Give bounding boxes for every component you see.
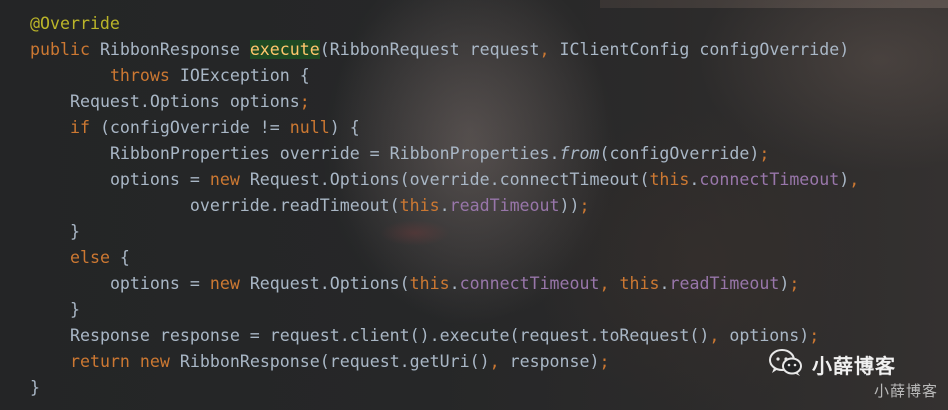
code-text: override.readTimeout(: [189, 196, 400, 215]
code-text: RibbonProperties override = RibbonProper…: [109, 144, 560, 163]
punctuation-token: ,: [849, 170, 860, 189]
code-line-8: override.readTimeout(this.readTimeout));: [30, 193, 859, 219]
watermark: 小薛博客 小薛博客: [768, 342, 938, 402]
field-token: readTimeout: [669, 274, 780, 293]
keyword-token: this: [409, 274, 450, 293]
keyword-token: this: [619, 274, 660, 293]
code-text: IClientConfig configOverride): [549, 40, 850, 59]
keyword-token: new: [209, 274, 240, 293]
code-block[interactable]: @Override public RibbonResponse execute(R…: [30, 11, 859, 401]
background-portrait-top: [600, 0, 948, 8]
code-text: response): [499, 352, 600, 371]
keyword-token: return: [69, 352, 130, 371]
code-text: Request.Options options: [69, 92, 300, 111]
keyword-token: else: [69, 248, 110, 267]
code-text: )): [559, 196, 580, 215]
watermark-subtitle: 小薛博客: [873, 382, 938, 400]
method-name-highlight[interactable]: execute: [249, 40, 320, 59]
code-text: Request.Options(override.connectTimeout(: [239, 170, 650, 189]
punctuation-token: ,: [539, 40, 550, 59]
code-line-6: RibbonProperties override = RibbonProper…: [30, 141, 859, 167]
code-text: }: [69, 222, 80, 241]
code-text: .: [449, 274, 460, 293]
code-text: .: [439, 196, 450, 215]
wechat-icon: [769, 349, 802, 376]
code-text: options =: [109, 170, 210, 189]
code-text: Request.Options(: [239, 274, 410, 293]
code-text: Response response = request.client().exe…: [69, 326, 710, 345]
keyword-token: new: [139, 352, 170, 371]
code-line-7: options = new Request.Options(override.c…: [30, 167, 859, 193]
code-text: ): [839, 170, 850, 189]
code-line-2: public RibbonResponse execute(RibbonRequ…: [30, 37, 859, 63]
code-text: (configOverride): [599, 144, 760, 163]
code-text: ): [779, 274, 790, 293]
field-token: readTimeout: [449, 196, 560, 215]
code-editor[interactable]: @Override public RibbonResponse execute(R…: [0, 0, 948, 410]
code-text: .: [659, 274, 670, 293]
keyword-token: this: [649, 170, 690, 189]
keyword-token: this: [399, 196, 440, 215]
code-line-11: options = new Request.Options(this.conne…: [30, 271, 859, 297]
code-line-9: }: [30, 219, 859, 245]
code-line-5: if (configOverride != null) {: [30, 115, 859, 141]
punctuation-token: ;: [299, 92, 310, 111]
keyword-token: public: [30, 40, 90, 59]
code-text: RibbonResponse(request.getUri(): [169, 352, 490, 371]
code-line-10: else {: [30, 245, 859, 271]
code-text: options =: [109, 274, 210, 293]
punctuation-token: ;: [599, 352, 610, 371]
field-token: connectTimeout: [699, 170, 840, 189]
code-text: .: [689, 170, 700, 189]
code-text: }: [69, 300, 80, 319]
code-line-3: throws IOException {: [30, 63, 859, 89]
code-line-15: }: [30, 375, 859, 401]
code-text: (RibbonRequest request: [319, 40, 540, 59]
code-text: IOException {: [169, 66, 310, 85]
code-line-14: return new RibbonResponse(request.getUri…: [30, 349, 859, 375]
watermark-title: 小薛博客: [812, 354, 896, 378]
keyword-token: throws: [109, 66, 170, 85]
keyword-token: new: [209, 170, 240, 189]
code-text: RibbonResponse: [89, 40, 250, 59]
code-text: ) {: [329, 118, 360, 137]
annotation-token: @Override: [30, 14, 120, 33]
code-text: }: [30, 378, 40, 397]
code-line-4: Request.Options options;: [30, 89, 859, 115]
punctuation-token: ,: [599, 274, 610, 293]
code-line-1: @Override: [30, 11, 859, 37]
keyword-token: if: [69, 118, 90, 137]
code-line-12: }: [30, 297, 859, 323]
punctuation-token: ;: [789, 274, 800, 293]
code-text: (configOverride !=: [89, 118, 290, 137]
code-line-13: Response response = request.client().exe…: [30, 323, 859, 349]
code-text: {: [109, 248, 130, 267]
field-token: connectTimeout: [459, 274, 600, 293]
punctuation-token: ,: [489, 352, 500, 371]
punctuation-token: ;: [579, 196, 590, 215]
punctuation-token: ,: [709, 326, 720, 345]
keyword-token: null: [289, 118, 330, 137]
static-method-token: from: [559, 144, 600, 163]
punctuation-token: ;: [759, 144, 770, 163]
